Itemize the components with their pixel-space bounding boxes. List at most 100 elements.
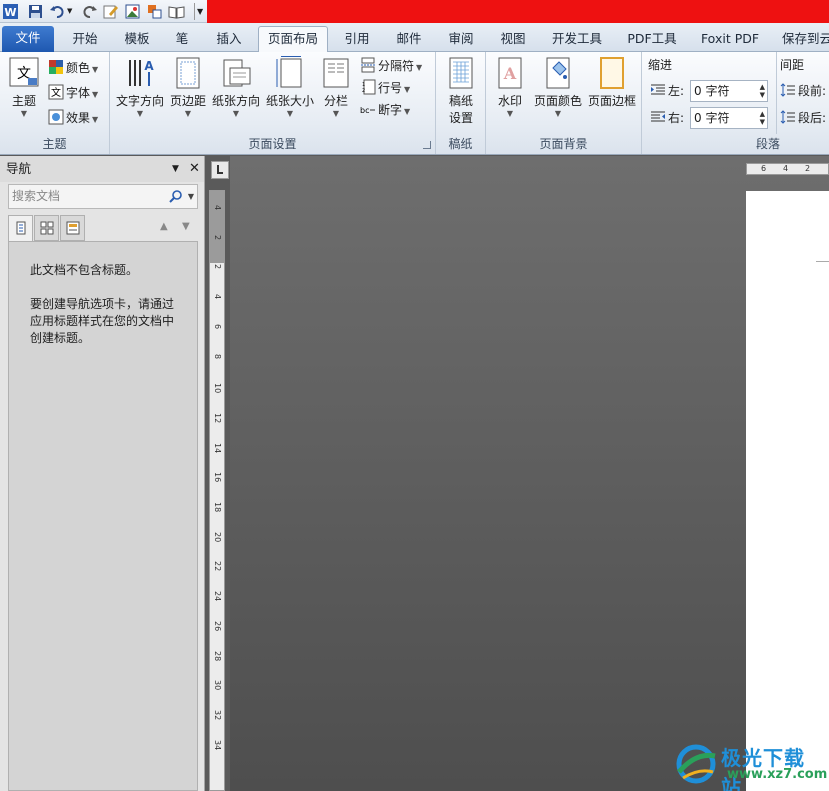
page-setup-group: A 文字方向 ▼ 页边距 ▼ 纸张方向 ▼ 纸张大小 ▼ 分栏 ▼ 分隔符 ▼ 1 [110,52,436,154]
breaks-button[interactable]: 分隔符 ▼ [360,55,422,77]
manuscript-group-title: 稿纸 [448,137,473,151]
fonts-button[interactable]: 文字体 ▼ [48,82,98,104]
page-borders-button[interactable]: 页面边框 [586,56,638,109]
tab-selector-icon[interactable] [211,161,229,179]
horizontal-ruler[interactable]: 6 4 2 [746,163,829,175]
search-document-input[interactable]: 搜索文档 ▼ [8,184,198,209]
chevron-down-icon: ▼ [286,109,294,118]
page-background-group-title: 页面背景 [539,137,588,151]
spacing-before-label: 段前: [798,84,827,98]
tab-mailings[interactable]: 邮件 [386,27,432,52]
image-icon[interactable] [124,3,141,20]
tab-developer[interactable]: 开发工具 [542,27,612,52]
page-color-button[interactable]: 页面颜色 ▼ [532,56,584,119]
size-button[interactable]: 纸张大小 ▼ [264,56,316,119]
columns-button[interactable]: 分栏 ▼ [318,56,354,119]
effects-button[interactable]: 效果 ▼ [48,107,98,129]
ruler-tick-label: 2 [213,234,222,240]
tab-headings-view[interactable] [8,215,33,241]
svg-text:A: A [144,59,154,73]
page-borders-label: 页面边框 [587,94,636,108]
ruler-tick-label: 6 [761,164,767,173]
navigation-view-tabs: ▲ ▼ [8,215,198,241]
spacing-after-label: 段后: [798,111,827,125]
tab-home[interactable]: 开始 [62,27,108,52]
line-numbers-button[interactable]: 1 2 行号 ▼ [360,77,410,99]
themes-button[interactable]: 文 主题 ▼ [4,56,44,119]
tab-pen[interactable]: 笔 [166,27,198,52]
indent-right-spinner[interactable]: 0 字符 ▲ ▼ [690,107,768,129]
indent-right-label: 右: [668,111,685,125]
text-direction-button[interactable]: A 文字方向 ▼ [114,56,166,119]
orientation-button[interactable]: 纸张方向 ▼ [210,56,262,119]
vertical-ruler[interactable]: 4 2 2 4 6 8 10 12 14 16 18 20 22 24 26 28 30 32 34 [209,190,225,791]
tab-save-to-cloud[interactable]: 保存到云 [774,27,829,52]
ribbon-tabs: 文件 开始 模板 笔 插入 页面布局 引用 邮件 审阅 视图 开发工具 PDF工… [0,23,829,52]
ruler-tick-label: 34 [213,739,222,750]
tab-pages-view[interactable] [34,215,59,241]
themes-label: 主题 [11,94,36,108]
hyphenation-button[interactable]: bc 断字 ▼ [360,99,410,121]
document-page[interactable] [746,191,829,791]
theme-group: 文 主题 ▼ 颜色 ▼ 文字体 ▼ 效果 ▼ 主题 [0,52,110,154]
tab-insert[interactable]: 插入 [206,27,252,52]
columns-label: 分栏 [323,94,348,108]
chevron-down-icon: ▼ [404,107,411,116]
page-setup-launcher-icon[interactable] [423,141,431,149]
undo-dropdown-icon[interactable]: ▼ [67,3,75,20]
tab-review[interactable]: 审阅 [438,27,484,52]
ruler-tick-label: 26 [213,620,222,631]
layout-icon[interactable] [146,3,163,20]
svg-text:bc: bc [360,106,369,115]
breaks-label: 分隔符 [378,59,415,73]
tab-view[interactable]: 视图 [490,27,536,52]
chevron-down-icon: ▼ [332,109,340,118]
spacing-heading: 间距 [780,58,805,72]
ruler-tick-label: 14 [213,442,222,453]
chevron-down-icon: ▼ [136,109,144,118]
search-placeholder: 搜索文档 [12,189,61,203]
colors-button[interactable]: 颜色 ▼ [48,57,98,79]
watermark-button[interactable]: A 水印 ▼ [492,56,528,119]
ruler-tick-label: 16 [213,472,222,483]
navigation-pane: 导航 ▼ ✕ 搜索文档 ▼ ▲ ▼ 此文档不包含标题。 要创建导航选项卡，请通过… [0,156,205,791]
manuscript-settings-button[interactable]: 稿纸 设置 [440,56,482,126]
indent-left-spinner[interactable]: 0 字符 ▲ ▼ [690,80,768,102]
text-direction-icon: A [129,59,154,86]
book-icon[interactable] [168,3,185,20]
margins-button[interactable]: 页边距 ▼ [168,56,208,119]
previous-heading-icon[interactable]: ▲ [160,221,168,232]
document-canvas[interactable] [230,156,829,791]
spacing-before-icon [780,83,795,97]
pane-options-icon[interactable]: ▼ [172,156,179,182]
colors-label: 颜色 [66,61,91,75]
spacing-after-label-wrap: 段后: [780,107,826,129]
close-icon[interactable]: ✕ [189,156,200,182]
undo-icon[interactable] [49,3,66,20]
ruler-tick-label: 4 [213,294,222,300]
tab-templates[interactable]: 模板 [114,27,160,52]
spacing-before-label-wrap: 段前: [780,80,826,102]
hyphenation-icon: bc [360,106,375,115]
search-options-icon[interactable]: ▼ [188,185,194,208]
save-icon[interactable] [27,3,44,20]
ruler-tick-label: 8 [213,353,222,359]
spacing-after-icon [780,110,795,124]
tab-page-layout[interactable]: 页面布局 [258,26,328,52]
indent-right-label-wrap: 右: [650,107,684,129]
tab-references[interactable]: 引用 [334,27,380,52]
ruler-tick-label: 4 [213,205,222,211]
tab-foxit-pdf[interactable]: Foxit PDF [692,27,768,52]
spinner-arrows-icon[interactable]: ▲ ▼ [760,83,765,99]
word-app-icon[interactable]: W [2,3,19,20]
customize-icon[interactable]: ▼ [194,3,204,20]
tab-results-view[interactable] [60,215,85,241]
effects-label: 效果 [66,111,91,125]
next-heading-icon[interactable]: ▼ [182,221,190,232]
search-icon[interactable] [169,189,183,203]
spinner-arrows-icon[interactable]: ▲ ▼ [760,110,765,126]
redo-icon[interactable] [81,3,98,20]
edit-icon[interactable] [102,3,119,20]
tab-file[interactable]: 文件 [2,26,54,52]
tab-pdf-tools[interactable]: PDF工具 [618,27,686,52]
